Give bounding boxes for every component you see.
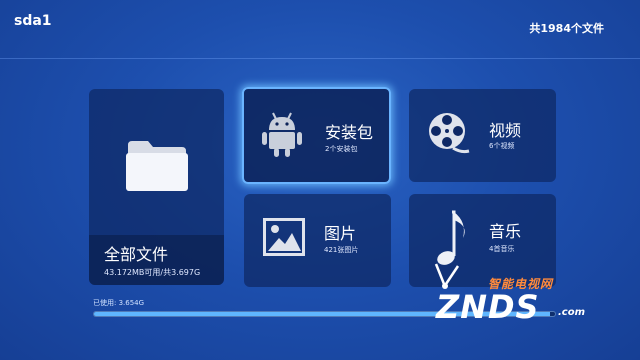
watermark-en: ZNDS bbox=[436, 288, 540, 326]
storage-summary: 43.172MB可用/共3.697G bbox=[104, 268, 201, 277]
tile-subtitle: 2个安装包 bbox=[325, 145, 358, 153]
film-reel-icon bbox=[427, 111, 471, 161]
android-icon bbox=[262, 111, 302, 161]
picture-icon bbox=[263, 218, 305, 260]
tile-all-files[interactable]: 全部文件 43.172MB可用/共3.697G bbox=[89, 89, 224, 285]
folder-icon bbox=[126, 137, 188, 195]
tile-title: 视频 bbox=[489, 121, 522, 140]
device-name: sda1 bbox=[14, 13, 52, 29]
top-bar: sda1 共1984个文件 bbox=[0, 0, 640, 58]
tile-picture[interactable]: 图片 421张图片 bbox=[244, 194, 391, 287]
tile-video[interactable]: 视频 6个视频 bbox=[409, 89, 556, 182]
tile-title: 图片 bbox=[324, 224, 357, 243]
file-count: 共1984个文件 bbox=[529, 22, 604, 35]
tile-title: 全部文件 bbox=[104, 245, 169, 264]
tile-title: 音乐 bbox=[489, 222, 522, 241]
tile-subtitle: 4首音乐 bbox=[489, 245, 515, 253]
znds-watermark: 智能电视网 ZNDS .com bbox=[430, 262, 600, 332]
header-divider bbox=[0, 58, 640, 59]
storage-used-label: 已使用: 3.654G bbox=[93, 299, 145, 307]
tile-apk[interactable]: 安装包 2个安装包 bbox=[242, 87, 391, 184]
watermark-suffix: .com bbox=[558, 307, 586, 318]
tile-title: 安装包 bbox=[325, 123, 374, 142]
tile-subtitle: 421张图片 bbox=[324, 246, 359, 254]
tile-subtitle: 6个视频 bbox=[489, 142, 515, 150]
